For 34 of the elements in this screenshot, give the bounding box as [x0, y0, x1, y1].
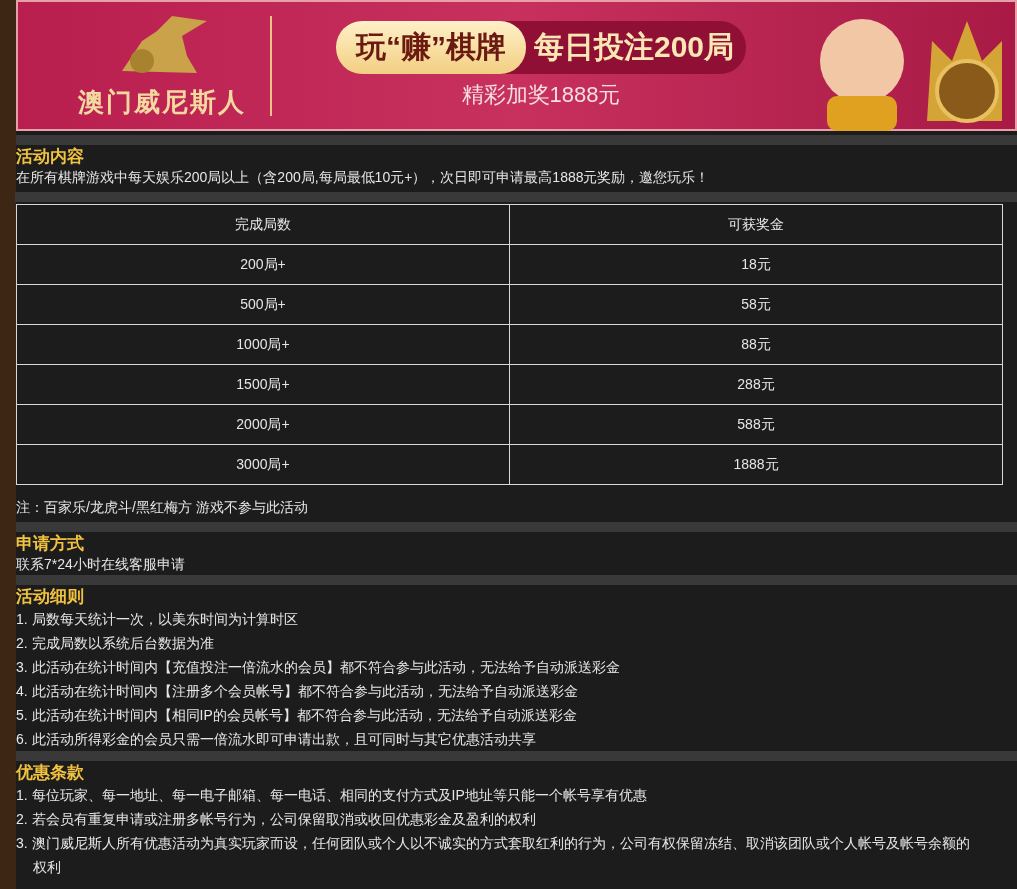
paragraph: 在所有棋牌游戏中每天娱乐200局以上（含200局,每局最低10元+），次日即可申请最高1888元奖励，邀您玩乐！ — [16, 168, 711, 187]
rule-item: 2. 完成局数以系统后台数据为准 — [16, 634, 215, 653]
rule-item: 1. 局数每天统计一次，以美东时间为计算时区 — [16, 610, 299, 629]
table-cell: 2000局+ — [16, 404, 510, 445]
rule-item: 5. 此活动在统计时间内【相同IP的会员帐号】都不符合参与此活动，无法给予自动派送彩金 — [16, 706, 578, 725]
column-header: 可获奖金 — [509, 204, 1003, 245]
table-cell: 288元 — [509, 364, 1003, 405]
table-cell: 1888元 — [509, 444, 1003, 485]
section-heading: 申请方式 — [16, 533, 85, 554]
banner-subtitle: 精彩加奖1888元 — [461, 81, 621, 109]
column-header: 完成局数 — [16, 204, 510, 245]
section-heading: 活动内容 — [16, 146, 85, 167]
slogan-text: 每日投注200局 — [533, 29, 736, 65]
table-cell: 588元 — [509, 404, 1003, 445]
table-cell: 88元 — [509, 324, 1003, 365]
brand-name: 澳门威尼斯人 — [78, 86, 246, 119]
note-text: 注：百家乐/龙虎斗/黑红梅方 游戏不参与此活动 — [16, 498, 309, 517]
table-cell: 200局+ — [16, 244, 510, 285]
slogan-pill: 玩“赚”棋牌 — [336, 21, 526, 74]
rule-item: 4. 此活动在统计时间内【注册多个会员帐号】都不符合参与此活动，无法给予自动派送彩金 — [16, 682, 579, 701]
section-heading: 活动细则 — [16, 586, 85, 607]
table-cell: 500局+ — [16, 284, 510, 325]
table-cell: 18元 — [509, 244, 1003, 285]
table-cell: 3000局+ — [16, 444, 510, 485]
rule-item: 3. 澳门威尼斯人所有优惠活动为真实玩家而设，任何团队或个人以不诚实的方式套取红利的行为，公司有权保留冻结、取消该团队或个人帐号及帐号余额的权利 — [16, 834, 971, 877]
rule-item: 2. 若会员有重复申请或注册多帐号行为，公司保留取消或收回优惠彩金及盈利的权利 — [16, 810, 537, 829]
table-cell: 58元 — [509, 284, 1003, 325]
rule-item: 6. 此活动所得彩金的会员只需一倍流水即可申请出款，且可同时与其它优惠活动共享 — [16, 730, 537, 749]
rule-item: 3. 此活动在统计时间内【充值投注一倍流水的会员】都不符合参与此活动，无法给予自动派送彩金 — [16, 658, 621, 677]
table-cell: 1000局+ — [16, 324, 510, 365]
paragraph: 联系7*24小时在线客服申请 — [16, 555, 186, 574]
section-heading: 优惠条款 — [16, 762, 85, 783]
table-cell: 1500局+ — [16, 364, 510, 405]
rule-item: 1. 每位玩家、每一地址、每一电子邮箱、每一电话、相同的支付方式及IP地址等只能一个帐号享有优惠 — [16, 786, 648, 805]
